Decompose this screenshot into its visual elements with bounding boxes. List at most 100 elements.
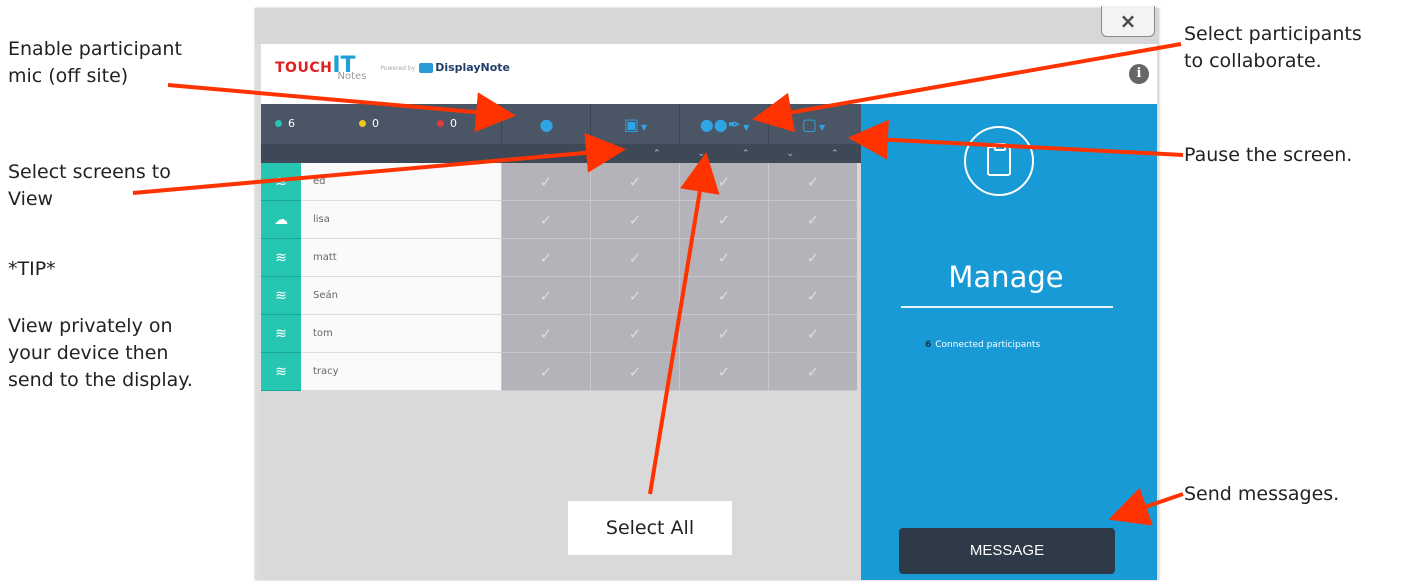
participant-row: ☁ lisa ✓ ✓ ✓ ✓ xyxy=(261,201,861,239)
annotation-collab: Select participants to collaborate. xyxy=(1184,21,1362,75)
status-connected: 6 xyxy=(275,117,295,130)
count-yellow: 0 xyxy=(372,117,379,130)
mic-checkbox[interactable]: ✓ xyxy=(501,315,590,353)
deselect-all-icon[interactable]: ⌃ xyxy=(742,149,750,159)
microphone-icon: ● xyxy=(539,114,554,134)
collab-checkbox[interactable]: ✓ xyxy=(679,239,768,277)
displaynote-label: DisplayNote xyxy=(435,61,511,74)
pause-checkbox[interactable]: ✓ xyxy=(768,239,857,277)
mic-checkbox[interactable]: ✓ xyxy=(501,163,590,201)
select-all-icon[interactable]: ⌄ xyxy=(608,149,616,159)
touchit-logo: TOUCH IT Notes Powered by DisplayNote xyxy=(275,55,511,83)
manage-panel: TOUCH IT Notes Powered by DisplayNote i … xyxy=(261,44,1157,580)
collab-checkbox[interactable]: ✓ xyxy=(679,353,768,391)
pause-checkbox[interactable]: ✓ xyxy=(768,201,857,239)
brand-bar: TOUCH IT Notes Powered by DisplayNote i xyxy=(261,44,1157,104)
wifi-icon: ≋ xyxy=(261,353,301,391)
annotation-line: Select screens to xyxy=(8,161,171,183)
participant-name: matt xyxy=(301,239,501,277)
manage-circle xyxy=(964,126,1034,196)
annotation-line: View xyxy=(8,188,54,210)
displaynote-icon xyxy=(419,62,434,73)
annotation-line: to collaborate. xyxy=(1184,50,1322,72)
participant-name: lisa xyxy=(301,201,501,239)
view-checkbox[interactable]: ✓ xyxy=(590,239,679,277)
pause-checkbox[interactable]: ✓ xyxy=(768,277,857,315)
wifi-icon: ≋ xyxy=(261,163,301,201)
pause-checkbox[interactable]: ✓ xyxy=(768,163,857,201)
mic-checkbox[interactable]: ✓ xyxy=(501,353,590,391)
annotation-mic: Enable participant mic (off site) xyxy=(8,36,182,90)
participant-row: ≋ ed ✓ ✓ ✓ ✓ xyxy=(261,163,861,201)
manage-sidebar: Manage 6 Connected participants MESSAGE xyxy=(861,104,1157,580)
annotation-tip-title: *TIP* xyxy=(8,258,56,280)
logo-notes: Notes xyxy=(337,71,367,82)
annotation-select-all: Select All xyxy=(568,501,732,555)
count-value: 6 xyxy=(925,340,932,350)
view-checkbox[interactable]: ✓ xyxy=(590,315,679,353)
select-all-icon[interactable]: ⌄ xyxy=(786,149,794,159)
annotation-line: your device then xyxy=(8,342,169,364)
collab-checkbox[interactable]: ✓ xyxy=(679,277,768,315)
select-all-icon[interactable]: ⌄ xyxy=(697,149,705,159)
select-all-icon[interactable]: ⌄ xyxy=(542,149,550,159)
divider xyxy=(901,306,1113,308)
pause-select[interactable]: ⌄ ⌃ xyxy=(768,144,857,163)
participant-row: ≋ Seán ✓ ✓ ✓ ✓ xyxy=(261,277,861,315)
count-green: 6 xyxy=(288,117,295,130)
view-checkbox[interactable]: ✓ xyxy=(590,277,679,315)
annotation-line: View privately on xyxy=(8,315,173,337)
message-button[interactable]: MESSAGE xyxy=(899,528,1115,574)
status-waiting: 0 xyxy=(359,117,379,130)
view-column-header[interactable]: ▣ ▼ xyxy=(590,104,680,144)
wifi-icon: ≋ xyxy=(261,277,301,315)
status-offline: 0 xyxy=(437,117,457,130)
annotation-line: mic (off site) xyxy=(8,65,129,87)
info-icon[interactable]: i xyxy=(1129,64,1149,84)
participant-row: ≋ matt ✓ ✓ ✓ ✓ xyxy=(261,239,861,277)
collab-checkbox[interactable]: ✓ xyxy=(679,163,768,201)
mic-column-header[interactable]: ● xyxy=(501,104,591,144)
wifi-icon: ≋ xyxy=(261,239,301,277)
yellow-dot-icon xyxy=(359,120,366,127)
participant-row: ≋ tracy ✓ ✓ ✓ ✓ xyxy=(261,353,861,391)
pause-checkbox[interactable]: ✓ xyxy=(768,315,857,353)
annotation-line: send to the display. xyxy=(8,369,193,391)
collaborate-column-header[interactable]: ●●✒ ▼ xyxy=(679,104,769,144)
participant-name: tom xyxy=(301,315,501,353)
eye-screen-icon: ▣ ▼ xyxy=(623,114,648,134)
manage-title: Manage xyxy=(948,260,1064,294)
cloud-icon: ☁ xyxy=(261,201,301,239)
participant-name: tracy xyxy=(301,353,501,391)
close-icon: × xyxy=(1119,9,1137,33)
annotation-line: Enable participant xyxy=(8,38,182,60)
collab-select[interactable]: ⌄ ⌃ xyxy=(679,144,768,163)
annotation-view: Select screens to View xyxy=(8,159,171,213)
mic-checkbox[interactable]: ✓ xyxy=(501,239,590,277)
pause-checkbox[interactable]: ✓ xyxy=(768,353,857,391)
annotation-messages: Send messages. xyxy=(1184,483,1340,505)
green-dot-icon xyxy=(275,120,282,127)
view-select[interactable]: ⌄ ⌃ xyxy=(590,144,679,163)
view-checkbox[interactable]: ✓ xyxy=(590,353,679,391)
deselect-all-icon[interactable]: ⌃ xyxy=(653,149,661,159)
deselect-all-icon[interactable]: ⌃ xyxy=(831,149,839,159)
view-checkbox[interactable]: ✓ xyxy=(590,201,679,239)
clipboard-icon xyxy=(987,143,1011,176)
mic-checkbox[interactable]: ✓ xyxy=(501,277,590,315)
annotation-tip: View privately on your device then send … xyxy=(8,313,193,394)
pause-column-header[interactable]: ▢ ▼ xyxy=(768,104,858,144)
close-button[interactable]: × xyxy=(1101,6,1155,37)
collab-checkbox[interactable]: ✓ xyxy=(679,201,768,239)
wifi-icon: ≋ xyxy=(261,315,301,353)
collab-checkbox[interactable]: ✓ xyxy=(679,315,768,353)
red-dot-icon xyxy=(437,120,444,127)
mic-select[interactable]: ⌄ xyxy=(501,144,590,163)
mic-checkbox[interactable]: ✓ xyxy=(501,201,590,239)
collaborate-icon: ●●✒ ▼ xyxy=(699,114,750,134)
view-checkbox[interactable]: ✓ xyxy=(590,163,679,201)
connected-count: 6 Connected participants xyxy=(925,340,1040,350)
participant-row: ≋ tom ✓ ✓ ✓ ✓ xyxy=(261,315,861,353)
app-window: × TOUCH IT Notes Powered by DisplayNote … xyxy=(255,6,1159,580)
pause-screen-icon: ▢ ▼ xyxy=(801,114,826,134)
